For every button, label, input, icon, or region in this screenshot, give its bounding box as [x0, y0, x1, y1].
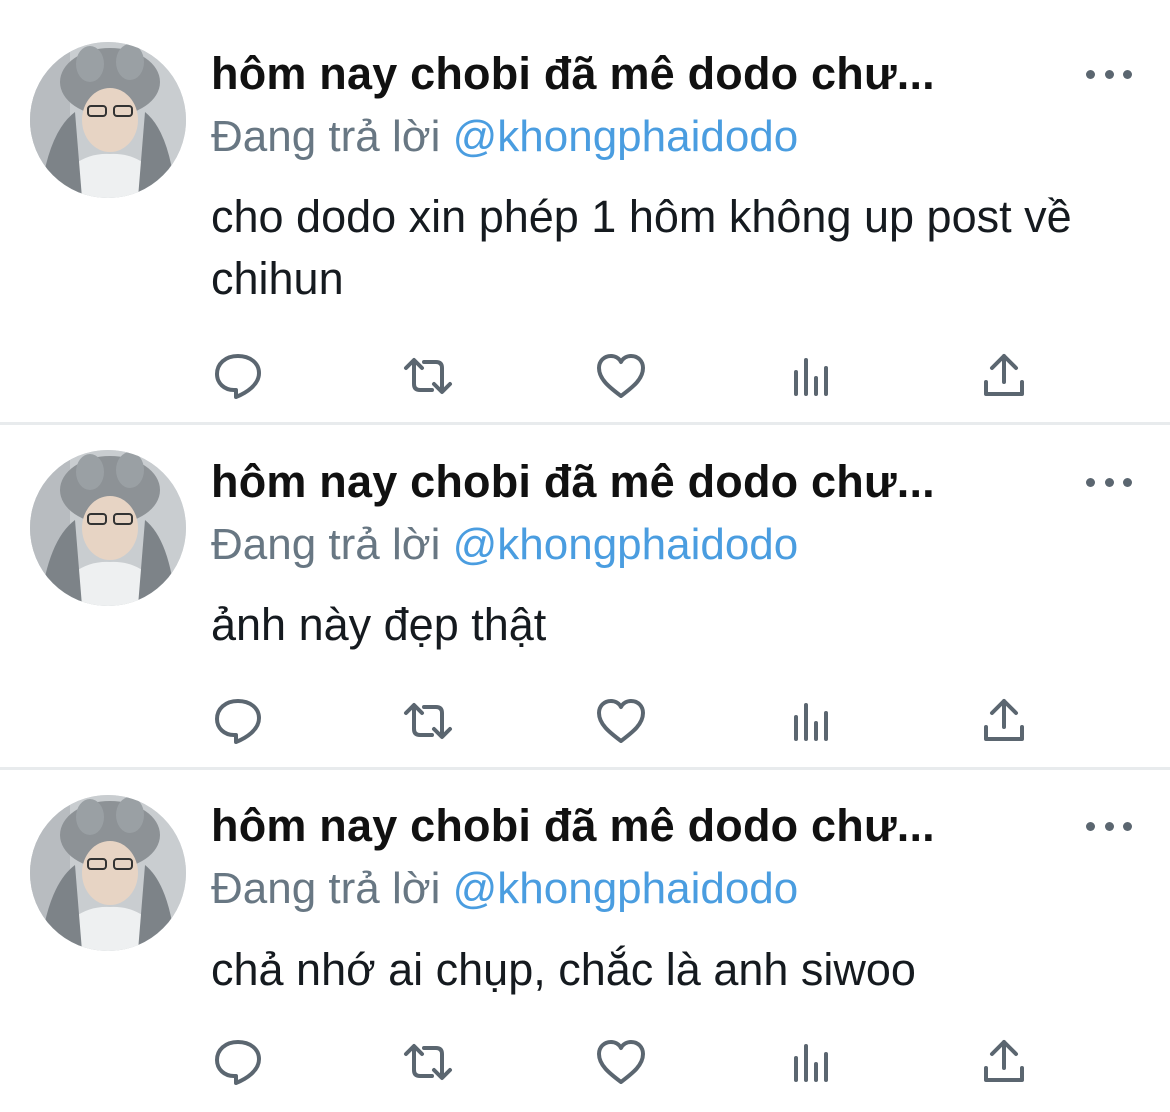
tweet-text: cho dodo xin phép 1 hôm không up post về… [211, 191, 1072, 304]
avatar-image [30, 42, 186, 198]
analytics-icon [794, 1044, 828, 1082]
replying-to: Đang trả lời @khongphaidodo [211, 520, 798, 570]
reply-handle-link[interactable]: @khongphaidodo [453, 520, 799, 569]
reply-icon [215, 699, 261, 744]
share-button[interactable] [978, 695, 1030, 747]
replying-to: Đang trả lời @khongphaidodo [211, 112, 798, 162]
display-name[interactable]: hôm nay chobi đã mê dodo chư... [211, 800, 1071, 852]
analytics-button[interactable] [786, 350, 838, 402]
retweet-button[interactable] [402, 695, 454, 747]
share-icon [984, 1040, 1024, 1082]
replying-to: Đang trả lời @khongphaidodo [211, 864, 798, 914]
display-name[interactable]: hôm nay chobi đã mê dodo chư... [211, 48, 1071, 100]
share-icon [984, 354, 1024, 396]
reply-handle-link[interactable]: @khongphaidodo [453, 864, 799, 913]
more-options-icon[interactable] [1086, 64, 1132, 84]
analytics-button[interactable] [786, 1036, 838, 1088]
reply-button[interactable] [212, 695, 264, 747]
like-button[interactable] [595, 695, 647, 747]
retweet-button[interactable] [402, 1036, 454, 1088]
avatar-image [30, 450, 186, 606]
tweet[interactable]: hôm nay chobi đã mê dodo chư... Đang trả… [0, 425, 1170, 767]
analytics-button[interactable] [786, 695, 838, 747]
reply-handle-link[interactable]: @khongphaidodo [453, 112, 799, 161]
reply-button[interactable] [212, 1036, 264, 1088]
like-icon [597, 1040, 645, 1084]
avatar-image [30, 795, 186, 951]
tweet[interactable]: hôm nay chobi đã mê dodo chư... Đang trả… [0, 770, 1170, 1112]
reply-button[interactable] [212, 350, 264, 402]
like-icon [597, 354, 645, 398]
retweet-icon [404, 1044, 452, 1080]
like-icon [597, 699, 645, 743]
more-options-icon[interactable] [1086, 472, 1132, 492]
share-icon [984, 699, 1024, 741]
share-button[interactable] [978, 350, 1030, 402]
reply-prefix: Đang trả lời [211, 112, 441, 161]
avatar[interactable] [30, 450, 186, 606]
like-button[interactable] [595, 1036, 647, 1088]
retweet-icon [404, 358, 452, 394]
avatar[interactable] [30, 42, 186, 198]
analytics-icon [794, 703, 828, 741]
reply-icon [215, 354, 261, 399]
avatar[interactable] [30, 795, 186, 951]
reply-prefix: Đang trả lời [211, 864, 441, 913]
more-options-icon[interactable] [1086, 816, 1132, 836]
reply-icon [215, 1040, 261, 1085]
share-button[interactable] [978, 1036, 1030, 1088]
like-button[interactable] [595, 350, 647, 402]
tweet[interactable]: hôm nay chobi đã mê dodo chư... Đang trả… [0, 0, 1170, 422]
display-name[interactable]: hôm nay chobi đã mê dodo chư... [211, 456, 1071, 508]
retweet-button[interactable] [402, 350, 454, 402]
reply-prefix: Đang trả lời [211, 520, 441, 569]
tweet-text: ảnh này đẹp thật [211, 599, 547, 650]
retweet-icon [404, 703, 452, 739]
tweet-text: chả nhớ ai chụp, chắc là anh siwoo [211, 944, 916, 995]
analytics-icon [794, 358, 828, 396]
